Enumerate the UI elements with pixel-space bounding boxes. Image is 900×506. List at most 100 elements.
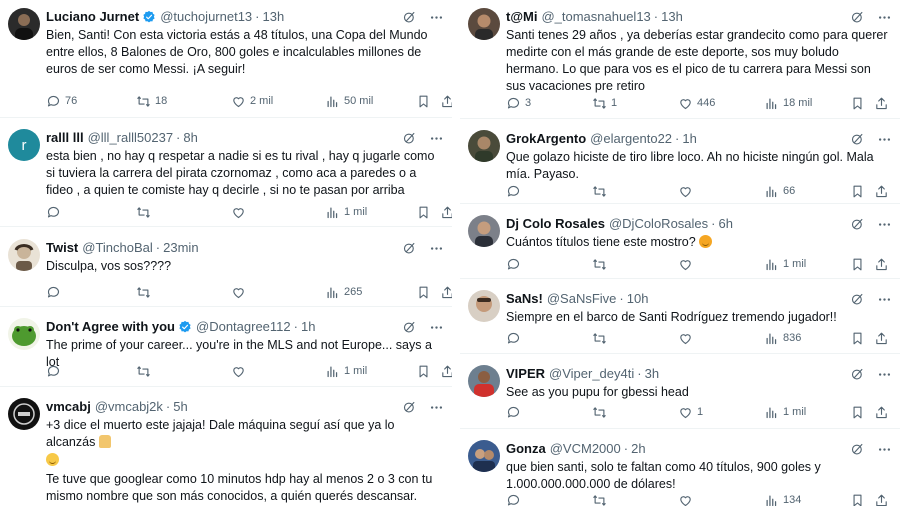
more-icon[interactable] [877, 217, 892, 232]
like-button[interactable] [678, 329, 697, 347]
timestamp[interactable]: 23min [163, 239, 198, 257]
bookmark-button[interactable] [416, 362, 431, 380]
retweet-button[interactable] [592, 255, 611, 273]
more-icon[interactable] [429, 320, 444, 335]
tweet-card[interactable]: Twist @TinchoBal · 23min Disculpa, vos s… [0, 231, 452, 307]
views-button[interactable]: 134 [764, 491, 801, 506]
retweet-button[interactable] [592, 329, 611, 347]
reply-button[interactable]: 76 [46, 92, 77, 110]
red-shirt-avatar[interactable] [468, 365, 500, 397]
grok-icon[interactable] [402, 320, 417, 335]
author-handle[interactable]: @Viper_dey4ti [549, 365, 634, 383]
more-icon[interactable] [877, 367, 892, 382]
timestamp[interactable]: 6h [719, 215, 733, 233]
share-button[interactable] [440, 283, 452, 301]
face-avatar[interactable] [468, 290, 500, 322]
retweet-button[interactable] [136, 362, 155, 380]
like-button[interactable]: 1 [678, 403, 703, 421]
grok-icon[interactable] [850, 10, 865, 25]
team-avatar[interactable] [468, 440, 500, 472]
dark-portrait-avatar[interactable] [8, 8, 40, 40]
timestamp[interactable]: 3h [645, 365, 659, 383]
timestamp[interactable]: 13h [661, 8, 683, 26]
portrait-avatar[interactable] [468, 130, 500, 162]
bookmark-button[interactable] [416, 92, 431, 110]
like-button[interactable]: 446 [678, 94, 715, 112]
share-button[interactable] [874, 491, 889, 506]
more-icon[interactable] [429, 10, 444, 25]
author-handle[interactable]: @lll_ralll50237 [88, 129, 173, 147]
grok-icon[interactable] [850, 217, 865, 232]
retweet-button[interactable]: 18 [136, 92, 167, 110]
share-button[interactable] [874, 255, 889, 273]
share-button[interactable] [874, 182, 889, 200]
like-button[interactable] [231, 283, 250, 301]
views-button[interactable]: 836 [764, 329, 801, 347]
grok-icon[interactable] [850, 442, 865, 457]
reply-button[interactable] [506, 255, 525, 273]
retweet-button[interactable] [592, 403, 611, 421]
bookmark-button[interactable] [850, 94, 865, 112]
author-handle[interactable]: @elargento22 [590, 130, 672, 148]
author-name[interactable]: SaNs! [506, 290, 543, 308]
author-name[interactable]: t@Mi [506, 8, 537, 26]
views-button[interactable]: 18 mil [764, 94, 812, 112]
share-button[interactable] [440, 92, 452, 110]
tweet-card[interactable]: t@Mi @_tomasnahuel13 · 13h Santi tenes 2… [460, 0, 900, 119]
tweet-card[interactable]: Gonza @VCM2000 · 2h que bien santi, solo… [460, 432, 900, 506]
views-button[interactable]: 66 [764, 182, 795, 200]
author-name[interactable]: Don't Agree with you [46, 318, 175, 336]
tweet-card[interactable]: GrokArgento @elargento22 · 1h Que golazo… [460, 122, 900, 204]
reply-button[interactable] [46, 283, 65, 301]
author-name[interactable]: vmcabj [46, 398, 91, 416]
retweet-button[interactable] [136, 203, 155, 221]
green-frog-avatar[interactable] [8, 318, 40, 350]
more-icon[interactable] [429, 241, 444, 256]
timestamp[interactable]: 10h [627, 290, 649, 308]
views-button[interactable]: 1 mil [764, 255, 806, 273]
author-handle[interactable]: @vmcabj2k [95, 398, 163, 416]
bookmark-button[interactable] [850, 182, 865, 200]
bookmark-button[interactable] [850, 491, 865, 506]
dj-avatar[interactable] [468, 215, 500, 247]
sketch-avatar[interactable] [8, 239, 40, 271]
author-handle[interactable]: @TinchoBal [82, 239, 153, 257]
like-button[interactable] [678, 255, 697, 273]
grok-icon[interactable] [850, 367, 865, 382]
author-name[interactable]: Dj Colo Rosales [506, 215, 605, 233]
selfie-avatar[interactable] [468, 8, 500, 40]
like-button[interactable]: 2 mil [231, 92, 273, 110]
grok-icon[interactable] [850, 292, 865, 307]
views-button[interactable]: 50 mil [325, 92, 373, 110]
timestamp[interactable]: 13h [263, 8, 285, 26]
author-name[interactable]: Twist [46, 239, 78, 257]
share-button[interactable] [440, 362, 452, 380]
reply-button[interactable] [46, 362, 65, 380]
retweet-button[interactable] [136, 283, 155, 301]
views-button[interactable]: 1 mil [325, 203, 367, 221]
views-button[interactable]: 265 [325, 283, 362, 301]
bookmark-button[interactable] [850, 329, 865, 347]
grok-icon[interactable] [402, 400, 417, 415]
reply-button[interactable] [506, 403, 525, 421]
reply-button[interactable] [46, 203, 65, 221]
more-icon[interactable] [877, 132, 892, 147]
more-icon[interactable] [429, 131, 444, 146]
author-name[interactable]: Gonza [506, 440, 546, 458]
tweet-card[interactable]: Don't Agree with you @Dontagree112 · 1h … [0, 310, 452, 387]
reply-button[interactable] [506, 182, 525, 200]
tweet-card[interactable]: r ralll lll @lll_ralll50237 · 8h esta bi… [0, 121, 452, 227]
grok-icon[interactable] [402, 131, 417, 146]
timestamp[interactable]: 8h [183, 129, 197, 147]
share-button[interactable] [440, 203, 452, 221]
author-handle[interactable]: @_tomasnahuel13 [541, 8, 650, 26]
like-button[interactable] [678, 491, 697, 506]
retweet-button[interactable]: 1 [592, 94, 617, 112]
author-handle[interactable]: @DjColoRosales [609, 215, 708, 233]
retweet-button[interactable] [592, 491, 611, 506]
bookmark-button[interactable] [850, 403, 865, 421]
timestamp[interactable]: 2h [631, 440, 645, 458]
timestamp[interactable]: 5h [173, 398, 187, 416]
like-button[interactable] [231, 362, 250, 380]
reply-button[interactable]: 3 [506, 94, 531, 112]
